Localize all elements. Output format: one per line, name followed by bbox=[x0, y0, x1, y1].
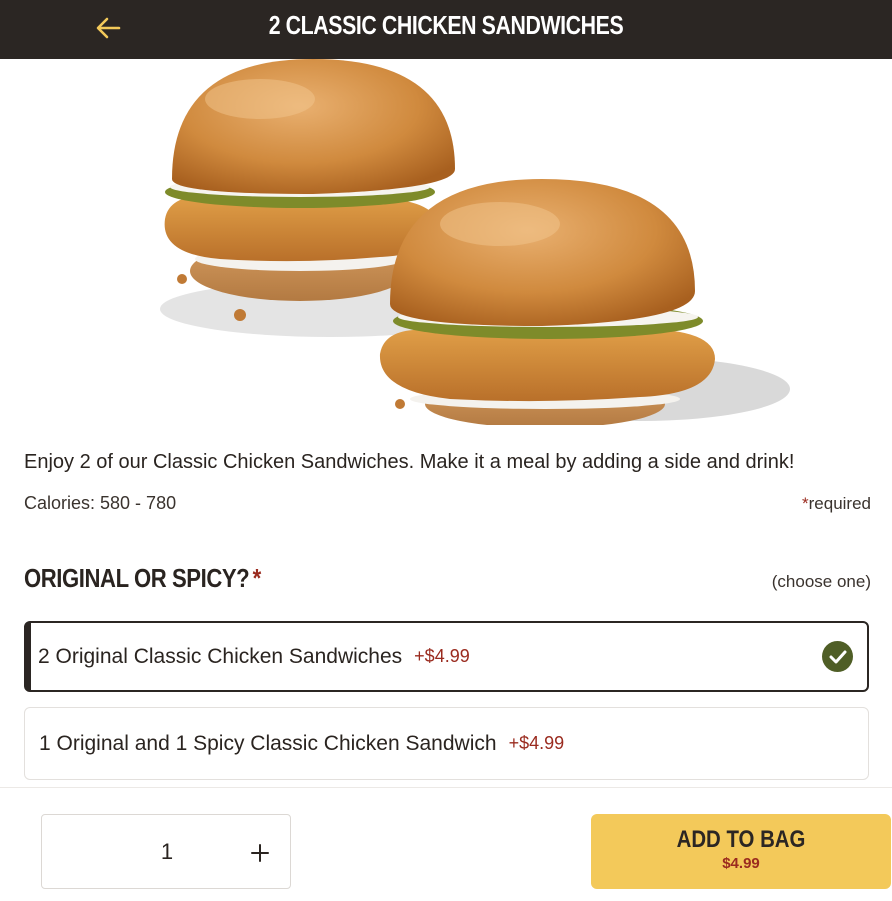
option-1-original-1-spicy[interactable]: 1 Original and 1 Spicy Classic Chicken S… bbox=[24, 707, 869, 780]
top-bar: 2 CLASSIC CHICKEN SANDWICHES bbox=[0, 0, 892, 59]
option-label: 2 Original Classic Chicken Sandwiches bbox=[38, 644, 403, 668]
section-title-text: ORIGINAL OR SPICY? bbox=[24, 563, 250, 593]
checkmark-icon bbox=[822, 641, 853, 672]
page-title: 2 CLASSIC CHICKEN SANDWICHES bbox=[268, 10, 624, 40]
required-legend: *required bbox=[802, 494, 871, 514]
add-to-bag-price: $4.99 bbox=[722, 855, 760, 872]
section-title: ORIGINAL OR SPICY? * bbox=[24, 563, 261, 594]
quantity-value: 1 bbox=[160, 839, 174, 864]
product-image bbox=[0, 59, 892, 425]
increment-button[interactable] bbox=[242, 835, 278, 871]
quantity-stepper: 1 bbox=[41, 814, 291, 889]
add-to-bag-button[interactable]: ADD TO BAG $4.99 bbox=[591, 814, 891, 889]
plus-icon bbox=[251, 844, 269, 862]
option-price: +$4.99 bbox=[414, 646, 470, 666]
product-description: Enjoy 2 of our Classic Chicken Sandwiche… bbox=[24, 451, 795, 473]
footer-bar: 1 ADD TO BAG $4.99 bbox=[0, 787, 892, 901]
section-required-star: * bbox=[252, 563, 262, 593]
required-star: * bbox=[802, 494, 809, 513]
option-label: 1 Original and 1 Spicy Classic Chicken S… bbox=[39, 731, 497, 755]
option-2-original[interactable]: 2 Original Classic Chicken Sandwiches +$… bbox=[24, 621, 869, 692]
calories-info: Calories: 580 - 780 bbox=[24, 493, 177, 513]
choose-one-hint: (choose one) bbox=[771, 572, 871, 591]
option-price: +$4.99 bbox=[508, 733, 565, 753]
add-to-bag-label: ADD TO BAG bbox=[676, 826, 806, 853]
required-label: required bbox=[808, 494, 871, 513]
